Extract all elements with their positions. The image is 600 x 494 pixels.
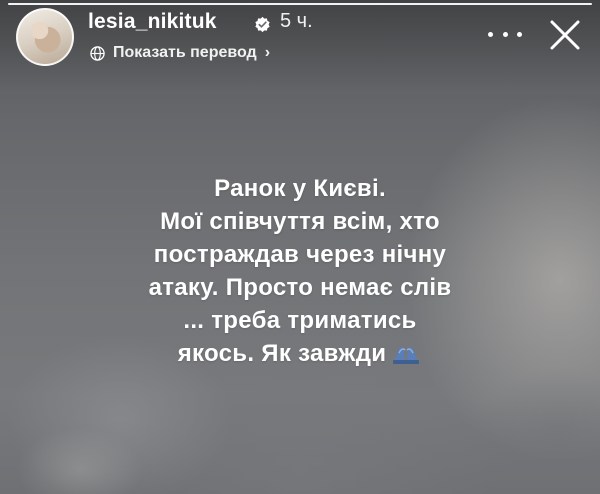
username[interactable]: lesia_nikituk	[88, 10, 217, 34]
show-translation-label: Показать перевод	[113, 44, 257, 61]
more-dots-icon	[502, 31, 508, 37]
praying-hands-emoji	[393, 347, 420, 364]
globe-icon	[90, 45, 105, 61]
more-dots-icon	[488, 31, 493, 37]
more-options-button[interactable]	[488, 24, 522, 44]
caption-line-last: якось. Як завжди	[120, 337, 480, 370]
caption-line: постраждав через нічну	[153, 241, 447, 268]
post-time: 5 ч.	[280, 10, 313, 32]
caption-line: ... треба триматись	[183, 307, 417, 334]
avatar[interactable]	[16, 8, 74, 66]
caption-line: Ранок у Києві.	[214, 175, 386, 202]
chevron-right-icon: ›	[264, 44, 271, 61]
story-viewer[interactable]: lesia_nikituk 5 ч. Показать перевод › Ра…	[0, 0, 600, 494]
verified-badge-icon	[255, 16, 270, 33]
story-caption: Ранок у Києві. Мої співчуття всім, хто п…	[120, 172, 480, 370]
show-translation-button[interactable]: Показать перевод ›	[90, 43, 270, 63]
caption-line: Мої співчуття всім, хто	[160, 208, 440, 235]
close-icon[interactable]	[546, 16, 584, 54]
story-progress-bar	[8, 3, 592, 5]
caption-line-text: якось. Як завжди	[177, 340, 387, 367]
caption-line: атаку. Просто немає слів	[148, 274, 452, 301]
more-dots-icon	[517, 31, 522, 37]
story-progress-fill	[8, 3, 592, 5]
